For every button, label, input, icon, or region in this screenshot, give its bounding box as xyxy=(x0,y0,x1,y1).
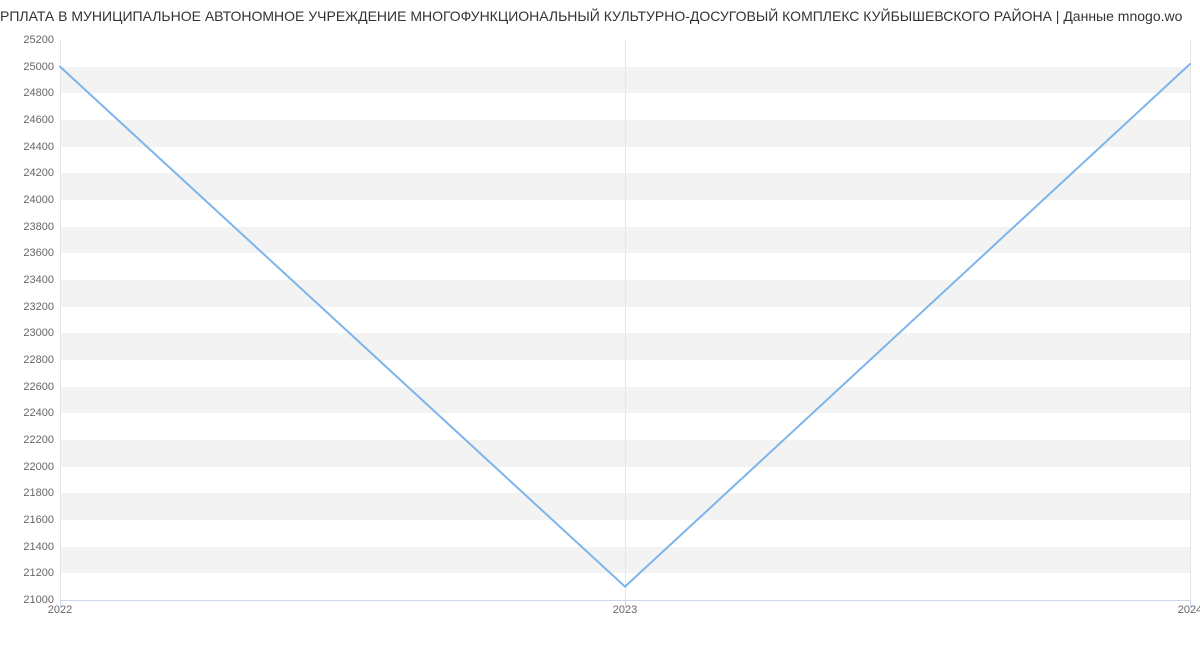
x-tick-mark xyxy=(1190,600,1191,608)
y-tick-label: 23400 xyxy=(4,274,54,286)
x-tick-mark xyxy=(60,600,61,608)
y-tick-label: 23000 xyxy=(4,327,54,339)
y-tick-label: 21600 xyxy=(4,514,54,526)
y-tick-label: 21200 xyxy=(4,567,54,579)
x-tick-label: 2024 xyxy=(1178,604,1200,616)
y-tick-label: 21000 xyxy=(4,594,54,606)
y-tick-label: 24800 xyxy=(4,87,54,99)
chart-container: РПЛАТА В МУНИЦИПАЛЬНОЕ АВТОНОМНОЕ УЧРЕЖД… xyxy=(0,0,1200,650)
y-tick-label: 24400 xyxy=(4,141,54,153)
x-tick-mark xyxy=(625,600,626,608)
y-tick-label: 22000 xyxy=(4,461,54,473)
x-gridline xyxy=(1190,40,1191,600)
plot-area xyxy=(60,40,1190,600)
y-tick-label: 23800 xyxy=(4,221,54,233)
y-tick-label: 22600 xyxy=(4,381,54,393)
y-tick-label: 24200 xyxy=(4,167,54,179)
series-line xyxy=(60,64,1190,587)
y-tick-label: 23600 xyxy=(4,247,54,259)
y-tick-label: 21400 xyxy=(4,541,54,553)
chart-title: РПЛАТА В МУНИЦИПАЛЬНОЕ АВТОНОМНОЕ УЧРЕЖД… xyxy=(0,8,1200,24)
y-tick-label: 24000 xyxy=(4,194,54,206)
y-tick-label: 25000 xyxy=(4,61,54,73)
y-tick-label: 23200 xyxy=(4,301,54,313)
y-tick-label: 22800 xyxy=(4,354,54,366)
y-tick-label: 24600 xyxy=(4,114,54,126)
line-series-svg xyxy=(60,40,1190,600)
y-tick-label: 21800 xyxy=(4,487,54,499)
y-tick-label: 22400 xyxy=(4,407,54,419)
y-tick-label: 25200 xyxy=(4,34,54,46)
y-tick-label: 22200 xyxy=(4,434,54,446)
